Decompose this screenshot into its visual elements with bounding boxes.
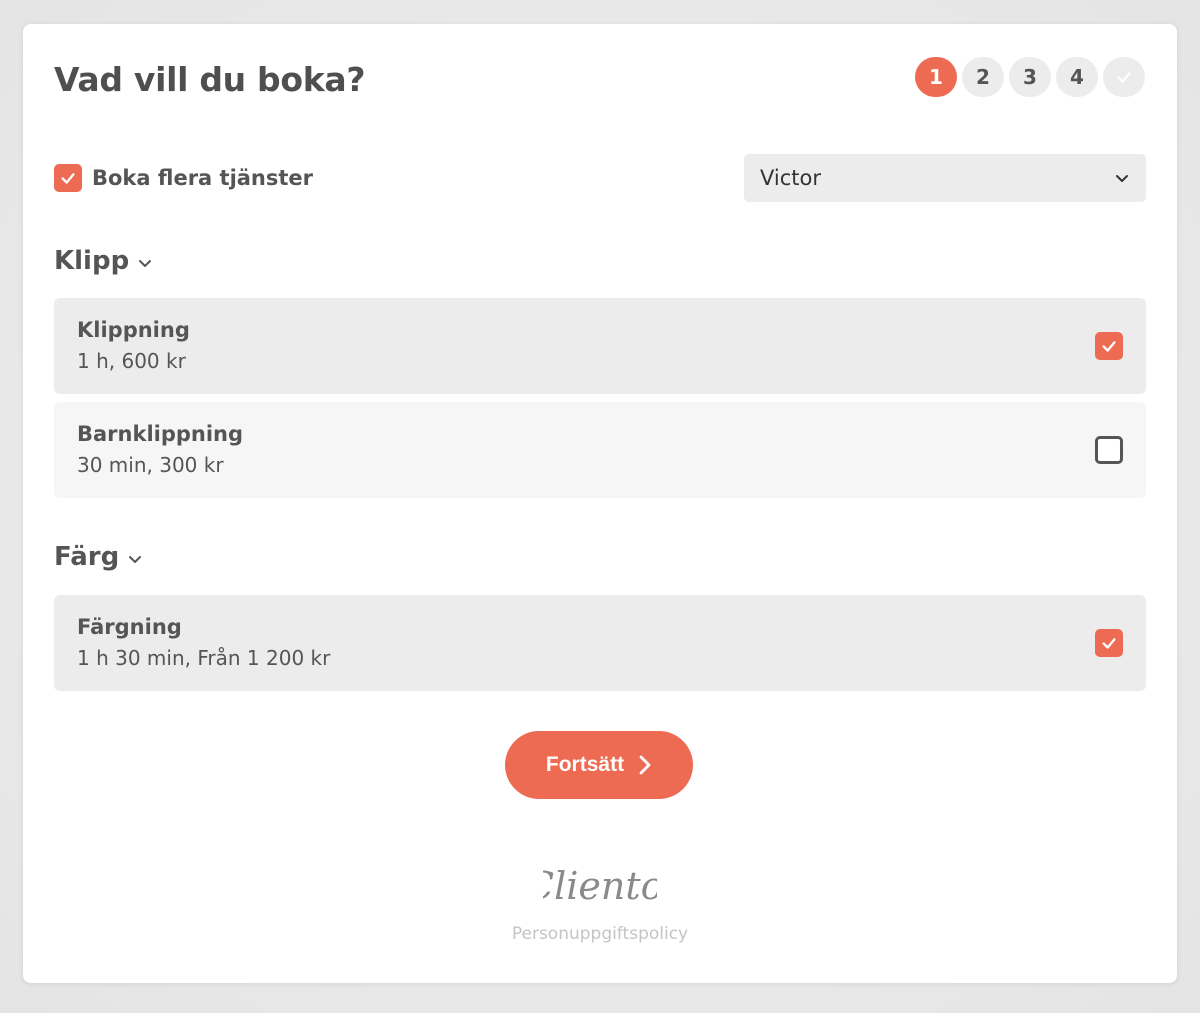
step-4[interactable]: 4: [1056, 57, 1098, 97]
service-meta: 1 h, 600 kr: [77, 349, 186, 373]
step-confirm[interactable]: [1103, 57, 1145, 97]
multi-booking-label: Boka flera tjänster: [92, 166, 314, 190]
service-item-barnklippning[interactable]: Barnklippning 30 min, 300 kr: [54, 402, 1146, 498]
check-icon: [1102, 341, 1116, 352]
service-meta: 1 h 30 min, Från 1 200 kr: [77, 646, 331, 670]
cliento-logo: Cliento.: [543, 864, 657, 908]
service-checkbox[interactable]: [1095, 332, 1123, 360]
category-header-farg[interactable]: Färg: [54, 542, 143, 572]
check-icon: [1117, 72, 1131, 83]
check-icon: [61, 173, 75, 184]
category-name: Klipp: [54, 246, 130, 276]
chevron-down-icon: [1116, 175, 1128, 182]
chevron-down-icon: [139, 259, 152, 267]
service-name: Färgning: [77, 615, 182, 639]
logo-text: Cliento.: [543, 864, 657, 908]
booking-card: Vad vill du boka? 1 2 3 4 Boka flera tjä…: [23, 24, 1177, 983]
chevron-right-icon: [639, 755, 651, 775]
category-header-klipp[interactable]: Klipp: [54, 246, 153, 276]
service-checkbox[interactable]: [1095, 436, 1123, 464]
service-info: Klippning 1 h, 600 kr: [77, 315, 190, 377]
chevron-down-icon: [129, 555, 142, 563]
service-name: Klippning: [77, 318, 190, 342]
staff-select-value: Victor: [760, 166, 822, 190]
continue-button[interactable]: Fortsätt: [505, 731, 693, 799]
page-title: Vad vill du boka?: [54, 60, 366, 99]
step-indicator: 1 2 3 4: [915, 57, 1145, 97]
service-info: Barnklippning 30 min, 300 kr: [77, 419, 243, 481]
service-item-fargning[interactable]: Färgning 1 h 30 min, Från 1 200 kr: [54, 595, 1146, 691]
staff-select[interactable]: Victor: [744, 154, 1146, 202]
service-name: Barnklippning: [77, 422, 244, 446]
privacy-policy-link[interactable]: Personuppgiftspolicy: [23, 924, 1177, 944]
category-name: Färg: [54, 542, 120, 572]
multi-booking-checkbox[interactable]: [54, 164, 82, 192]
multi-booking-toggle[interactable]: Boka flera tjänster: [54, 164, 313, 192]
service-item-klippning[interactable]: Klippning 1 h, 600 kr: [54, 298, 1146, 394]
service-info: Färgning 1 h 30 min, Från 1 200 kr: [77, 612, 330, 674]
step-1[interactable]: 1: [915, 57, 957, 97]
continue-label: Fortsätt: [545, 753, 625, 776]
step-3[interactable]: 3: [1009, 57, 1051, 97]
service-checkbox[interactable]: [1095, 629, 1123, 657]
service-meta: 30 min, 300 kr: [77, 453, 224, 477]
check-icon: [1102, 638, 1116, 649]
step-2[interactable]: 2: [962, 57, 1004, 97]
